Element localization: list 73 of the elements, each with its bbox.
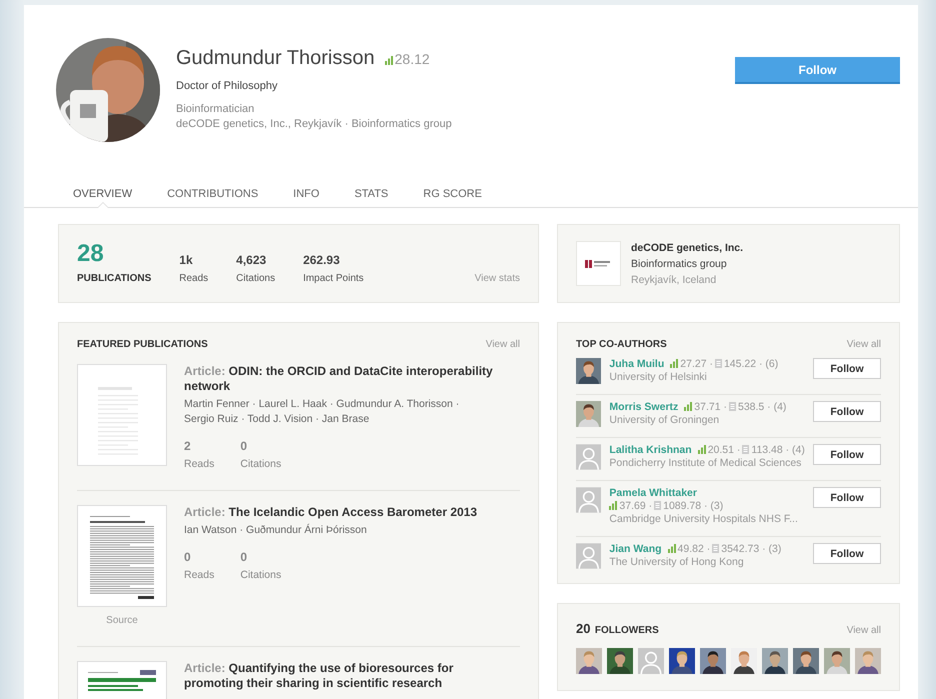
stat-value: 262.93 — [303, 253, 341, 267]
tab[interactable]: RG SCORE — [423, 188, 482, 207]
coauthor-name[interactable]: Jian Wang — [609, 543, 662, 555]
stat-value: 4,623 — [236, 253, 268, 267]
bar-chart-icon — [684, 402, 692, 411]
follow-button[interactable]: Follow — [813, 401, 881, 422]
logo — [576, 241, 621, 286]
follow-button[interactable]: Follow — [813, 358, 881, 379]
stat-label: PUBLICATIONS — [77, 273, 152, 284]
institution-name[interactable]: deCODE genetics, Inc. — [631, 242, 744, 254]
bar-chart-icon — [668, 544, 676, 553]
coauthor-institution: Cambridge University Hospitals NHS F... — [609, 513, 799, 526]
stat-label: Impact Points — [303, 273, 364, 284]
coauthor-name[interactable]: Juha Muilu — [609, 358, 664, 370]
followers-count: 20 FOLLOWERS — [576, 620, 659, 638]
profile-name: Gudmundur Thorisson — [176, 47, 375, 69]
coauthor-institution: University of Groningen — [609, 414, 720, 427]
metric-label: Citations — [240, 569, 282, 581]
avatar-icon — [638, 648, 664, 674]
department: Bioinformatics group — [631, 258, 728, 270]
stat-value: 1k — [179, 253, 194, 267]
coauthor-metrics: 20.51 · 113.48 · (4) — [698, 444, 805, 457]
position: Bioinformatician — [176, 102, 256, 117]
metric-label: Reads — [184, 458, 214, 470]
publication-title[interactable]: Article: Quantifying the use of bioresources for promoting their sharing in scientific research — [184, 661, 494, 691]
metric-value: 0 — [240, 550, 248, 564]
avatar-icon — [576, 487, 602, 513]
section-title: FEATURED PUBLICATIONS — [77, 339, 208, 350]
avatar-icon — [576, 543, 602, 569]
coauthor-name[interactable]: Morris Swertz — [609, 401, 678, 413]
document-icon — [728, 402, 736, 411]
coauthor-metrics: 37.69 · 1089.78 · (3) — [609, 500, 724, 513]
degree: Doctor of Philosophy — [176, 80, 278, 92]
follow-button[interactable]: Follow — [813, 444, 881, 465]
bar-chart-icon — [384, 56, 393, 65]
coauthor-name[interactable]: Lalitha Krishnan — [609, 444, 692, 456]
tab[interactable]: INFO — [293, 188, 320, 207]
metric-value: 0 — [184, 550, 192, 564]
metric-label: Citations — [240, 458, 282, 470]
metric-label: Reads — [184, 569, 214, 581]
section-title: TOP CO-AUTHORS — [576, 339, 667, 350]
document-icon — [742, 445, 750, 454]
publication-title[interactable]: Article: The Icelandic Open Access Barometer 2013 — [184, 505, 494, 520]
affiliation: deCODE genetics, Inc., Reykjavík · Bioinformatics group — [176, 117, 452, 132]
publication-title[interactable]: Article: ODIN: the ORCID and DataCite interoperability network — [184, 364, 494, 394]
author-list: Martin Fenner · Laurel L. Haak · Gudmundur A. Thorisson · Sergio Ruiz · Todd J. Vision · Jan Brase — [184, 397, 484, 427]
metric-value: 0 — [240, 439, 248, 453]
coauthor-institution: Pondicherry Institute of Medical Sciences — [609, 457, 802, 470]
coauthor-metrics: 27.27 · 145.22 · (6) — [670, 358, 778, 371]
tab[interactable]: OVERVIEW — [73, 188, 132, 207]
rg-score: 28.12 — [384, 51, 430, 67]
author-list: Ian Watson · Guðmundur Árni Þórisson — [184, 523, 484, 538]
avatar-icon — [576, 444, 602, 470]
coauthor-name[interactable]: Pamela Whittaker — [609, 487, 697, 499]
follow-button[interactable]: Follow — [813, 543, 881, 564]
coauthor-metrics: 37.71 · 538.5 · (4) — [684, 401, 786, 414]
document-icon — [714, 359, 722, 368]
tab[interactable]: STATS — [354, 188, 388, 207]
location: Reykjavík, Iceland — [631, 274, 718, 286]
document-icon — [654, 501, 662, 510]
metric-value: 2 — [184, 439, 192, 453]
follow-button[interactable]: Follow — [813, 487, 881, 508]
stat-label: Reads — [179, 273, 208, 284]
bar-chart-icon — [609, 501, 618, 510]
bar-chart-icon — [670, 359, 678, 368]
bar-chart-icon — [698, 445, 706, 454]
tab[interactable]: CONTRIBUTIONS — [167, 188, 258, 207]
document-icon — [712, 544, 720, 553]
publication-count: 28 — [77, 241, 105, 267]
coauthor-metrics: 49.82 · 3542.73 · (3) — [668, 543, 782, 556]
coauthor-institution: University of Helsinki — [609, 371, 708, 384]
coauthor-institution: The University of Hong Kong — [609, 556, 745, 569]
stat-label: Citations — [236, 273, 276, 284]
